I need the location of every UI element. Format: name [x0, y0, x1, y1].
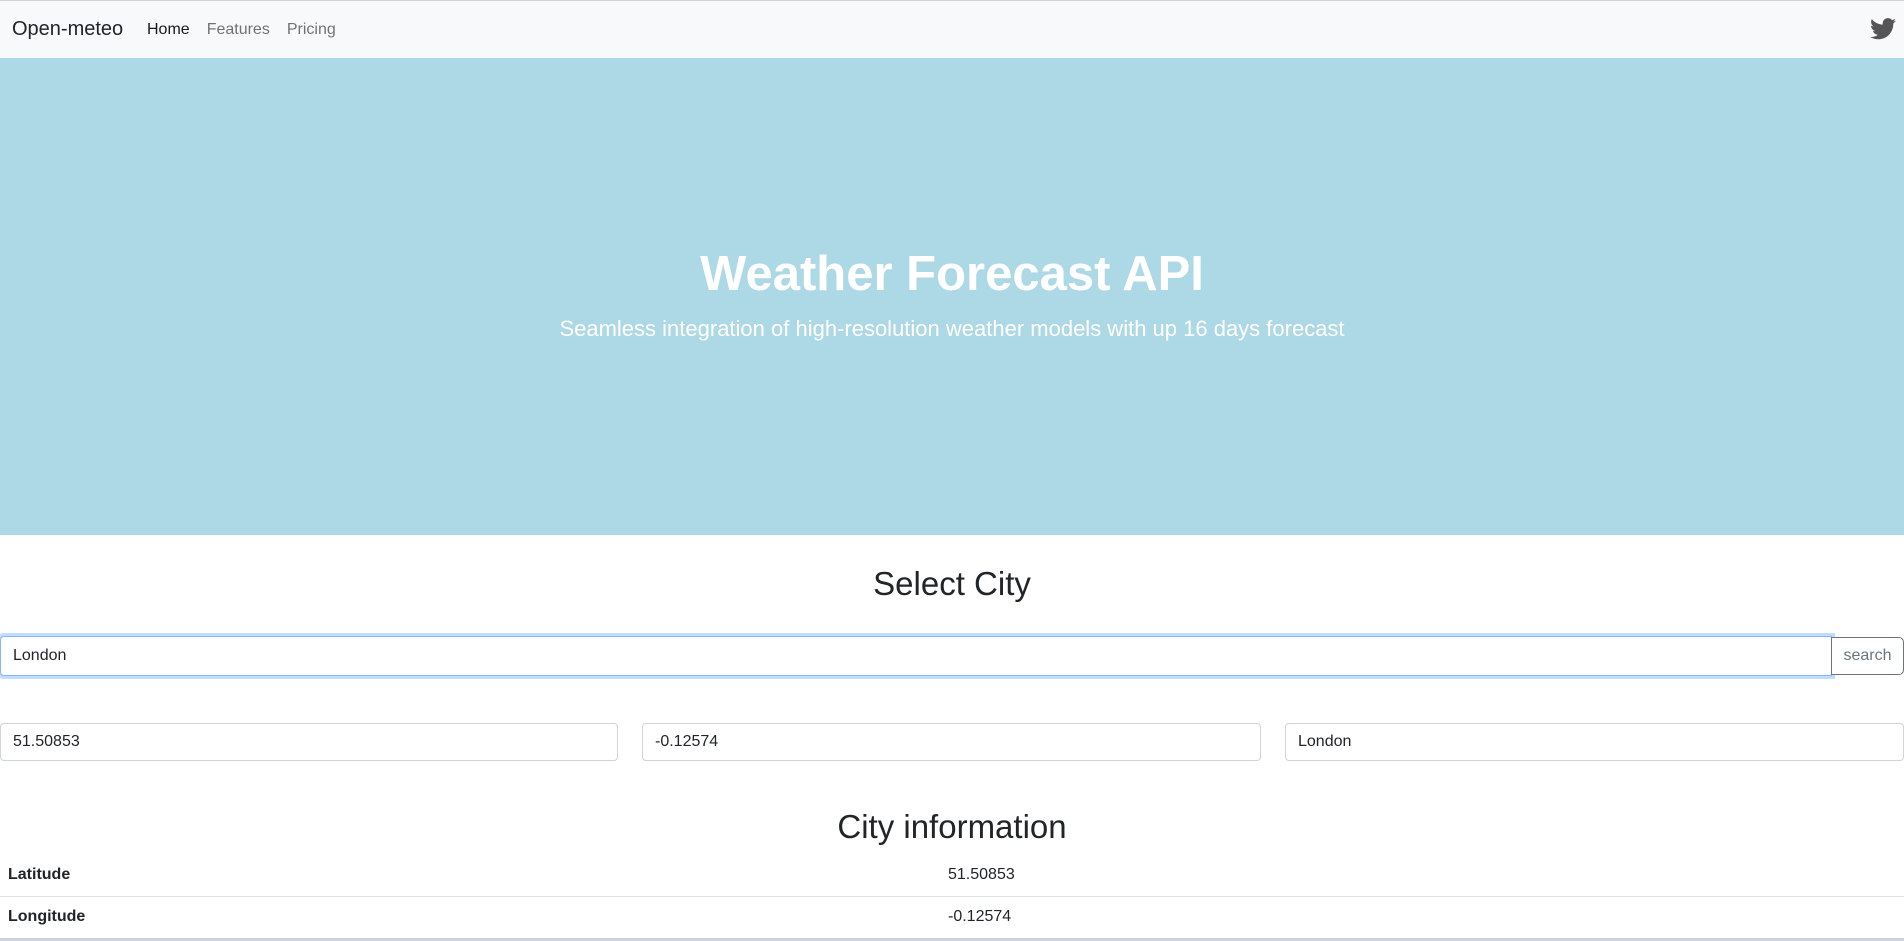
longitude-label: Longitude: [8, 907, 86, 925]
select-city-heading: Select City: [873, 565, 1031, 602]
city-search-input[interactable]: [0, 636, 1832, 676]
latitude-value: 51.50853: [940, 855, 1904, 897]
city-information-heading: City information: [837, 808, 1067, 845]
search-button[interactable]: search: [1831, 637, 1904, 675]
hero-banner: Weather Forecast API Seamless integratio…: [0, 58, 1904, 535]
latitude-field[interactable]: [0, 723, 618, 761]
top-navbar: Open-meteo Home Features Pricing: [0, 0, 1904, 58]
brand-logo[interactable]: Open-meteo: [12, 18, 123, 41]
table-row: Latitude 51.50853: [0, 855, 1904, 897]
latitude-label: Latitude: [0, 855, 940, 897]
nav-link-features[interactable]: Features: [207, 21, 270, 39]
table-row: Longitude -0.12574: [0, 896, 1904, 937]
nav-link-home[interactable]: Home: [147, 21, 190, 39]
longitude-value: -0.12574: [948, 907, 1012, 925]
nav-link-pricing[interactable]: Pricing: [287, 21, 336, 39]
longitude-field[interactable]: [642, 723, 1261, 761]
city-name-field[interactable]: [1285, 723, 1904, 761]
twitter-icon[interactable]: [1870, 18, 1896, 40]
nav-links: Home Features Pricing: [147, 21, 336, 39]
city-search-group: search: [0, 636, 1904, 676]
hero-title: Weather Forecast API: [700, 247, 1204, 301]
hero-subtitle: Seamless integration of high-resolution …: [559, 316, 1345, 341]
city-info-table: Latitude 51.50853 Longitude -0.12574: [0, 855, 1904, 937]
